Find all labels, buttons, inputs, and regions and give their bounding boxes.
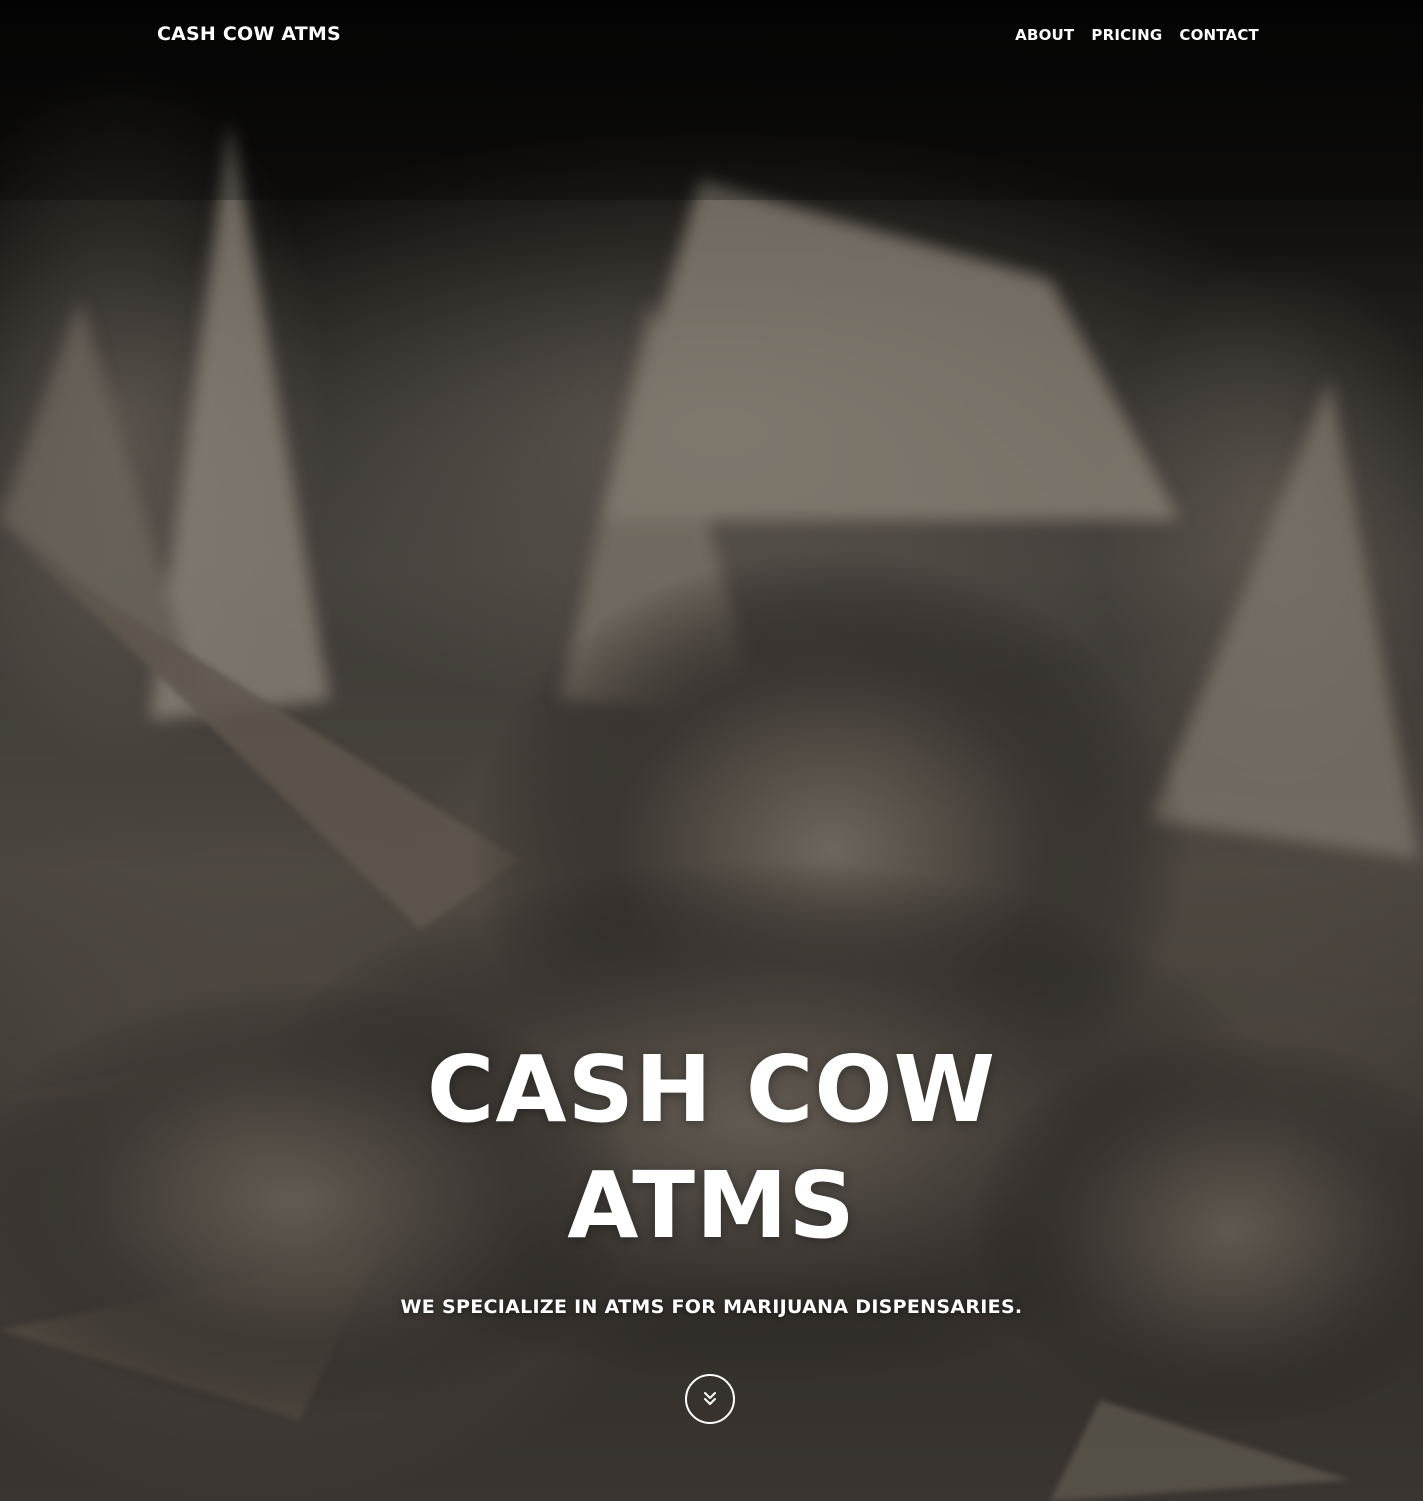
nav-menu: ABOUT PRICING CONTACT — [1015, 26, 1259, 44]
hero-background-image — [0, 0, 1423, 1501]
brand-logo-link[interactable]: CASH COW ATMS — [157, 23, 341, 45]
nav-link-pricing[interactable]: PRICING — [1091, 26, 1162, 44]
scroll-down-button[interactable] — [685, 1374, 735, 1424]
hero-title-line-2: ATMS — [567, 1152, 856, 1259]
nav-link-about[interactable]: ABOUT — [1015, 26, 1074, 44]
hero-title-line-1: CASH COW — [426, 1036, 997, 1143]
hero-title: CASH COW ATMS — [0, 1032, 1423, 1264]
hero-subtitle: WE SPECIALIZE IN ATMS FOR MARIJUANA DISP… — [400, 1296, 1023, 1318]
nav-link-contact[interactable]: CONTACT — [1179, 26, 1259, 44]
double-chevron-down-icon — [704, 1392, 716, 1405]
top-navigation: CASH COW ATMS ABOUT PRICING CONTACT — [0, 0, 1423, 70]
hero-section: CASH COW ATMS ABOUT PRICING CONTACT CASH… — [0, 0, 1423, 1501]
